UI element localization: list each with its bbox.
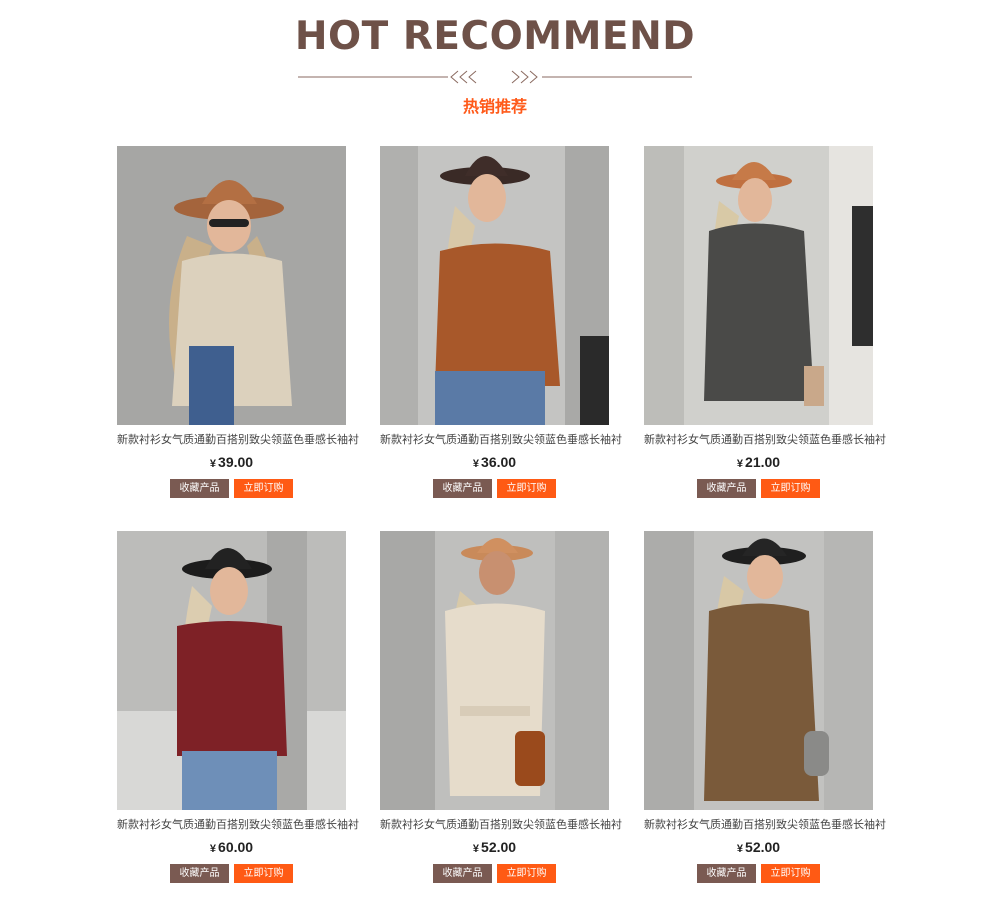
order-now-button[interactable]: 立即订购 (234, 864, 293, 883)
product-price: ¥52.00 (736, 839, 781, 855)
product-card[interactable]: 新款衬衫女气质通勤百搭别致尖领蓝色垂感长袖衬 ¥39.00 收藏产品 立即订购 (117, 146, 359, 498)
favorite-button[interactable]: 收藏产品 (697, 864, 756, 883)
product-name[interactable]: 新款衬衫女气质通勤百搭别致尖领蓝色垂感长袖衬 (380, 818, 622, 832)
section-title: HOT RECOMMEND (294, 14, 696, 59)
favorite-button[interactable]: 收藏产品 (697, 479, 756, 498)
product-price: ¥39.00 (209, 454, 254, 470)
product-name[interactable]: 新款衬衫女气质通勤百搭别致尖领蓝色垂感长袖衬 (380, 433, 622, 447)
favorite-button[interactable]: 收藏产品 (170, 864, 229, 883)
order-now-button[interactable]: 立即订购 (761, 479, 820, 498)
order-now-button[interactable]: 立即订购 (761, 864, 820, 883)
order-now-button[interactable]: 立即订购 (234, 479, 293, 498)
product-name[interactable]: 新款衬衫女气质通勤百搭别致尖领蓝色垂感长袖衬 (644, 818, 886, 832)
order-now-button[interactable]: 立即订购 (497, 479, 556, 498)
section-header: HOT RECOMMEND 热销推荐 (0, 0, 990, 140)
product-name[interactable]: 新款衬衫女气质通勤百搭别致尖领蓝色垂感长袖衬 (644, 433, 886, 447)
product-name[interactable]: 新款衬衫女气质通勤百搭别致尖领蓝色垂感长袖衬 (117, 433, 359, 447)
product-price: ¥60.00 (209, 839, 254, 855)
product-card[interactable]: 新款衬衫女气质通勤百搭别致尖领蓝色垂感长袖衬 ¥52.00 收藏产品 立即订购 (644, 531, 886, 883)
favorite-button[interactable]: 收藏产品 (433, 479, 492, 498)
product-photo[interactable] (380, 531, 609, 810)
product-photo[interactable] (644, 531, 873, 810)
product-card[interactable]: 新款衬衫女气质通勤百搭别致尖领蓝色垂感长袖衬 ¥21.00 收藏产品 立即订购 (644, 146, 886, 498)
product-photo[interactable] (644, 146, 873, 425)
product-card[interactable]: 新款衬衫女气质通勤百搭别致尖领蓝色垂感长袖衬 ¥60.00 收藏产品 立即订购 (117, 531, 359, 883)
product-photo[interactable] (380, 146, 609, 425)
favorite-button[interactable]: 收藏产品 (433, 864, 492, 883)
product-card[interactable]: 新款衬衫女气质通勤百搭别致尖领蓝色垂感长袖衬 ¥52.00 收藏产品 立即订购 (380, 531, 622, 883)
product-price: ¥52.00 (472, 839, 517, 855)
product-price: ¥21.00 (736, 454, 781, 470)
order-now-button[interactable]: 立即订购 (497, 864, 556, 883)
section-subtitle: 热销推荐 (462, 97, 527, 116)
product-card[interactable]: 新款衬衫女气质通勤百搭别致尖领蓝色垂感长袖衬 ¥36.00 收藏产品 立即订购 (380, 146, 622, 498)
product-photo[interactable] (117, 531, 346, 810)
product-price: ¥36.00 (472, 454, 517, 470)
product-photo[interactable] (117, 146, 346, 425)
title-divider (298, 70, 692, 84)
favorite-button[interactable]: 收藏产品 (170, 479, 229, 498)
product-name[interactable]: 新款衬衫女气质通勤百搭别致尖领蓝色垂感长袖衬 (117, 818, 359, 832)
